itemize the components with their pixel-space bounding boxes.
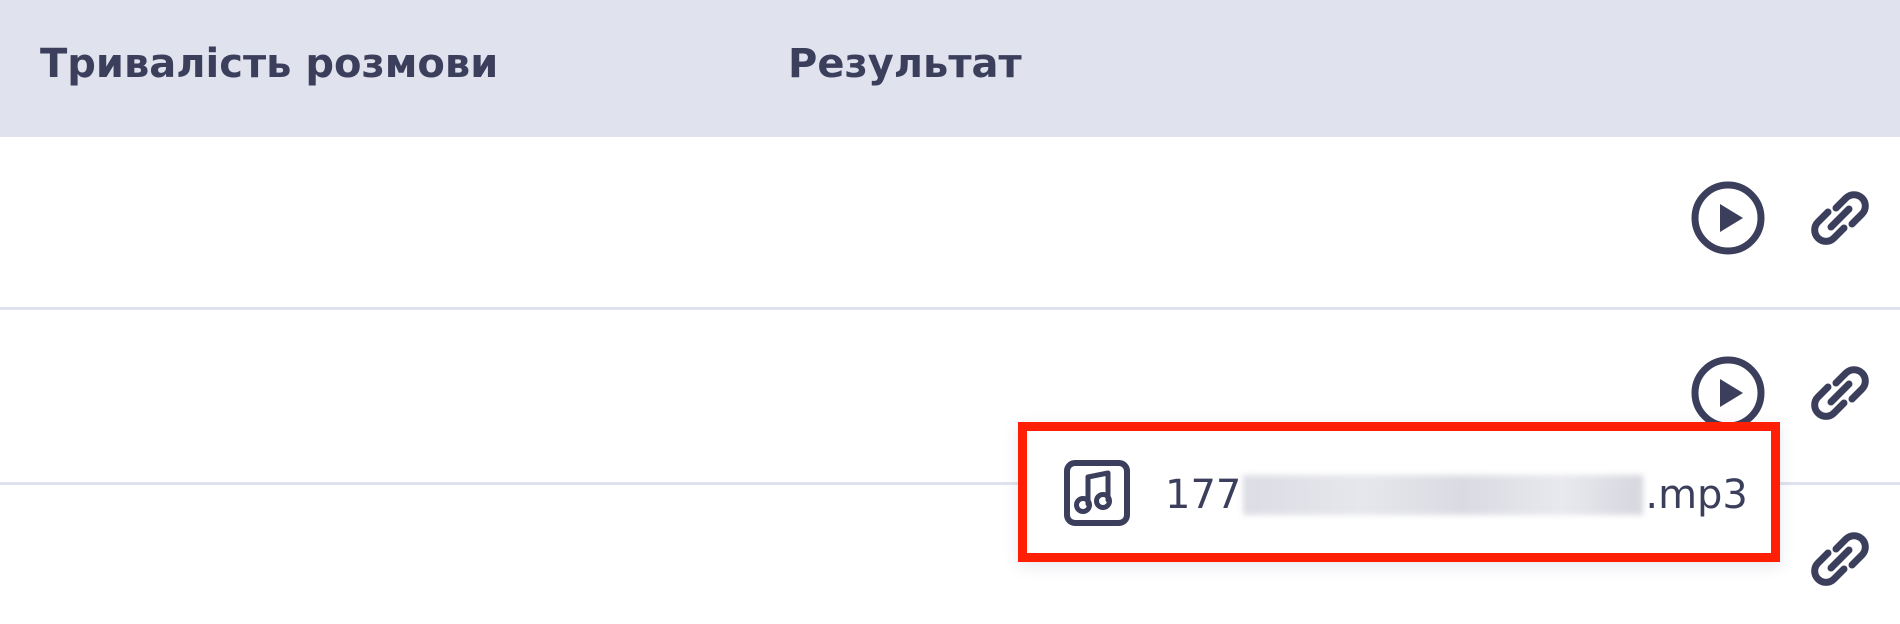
column-header-duration[interactable]: Тривалість розмови (40, 40, 498, 88)
link-icon[interactable] (1800, 519, 1880, 599)
redacted-filename-part (1243, 475, 1644, 515)
play-icon[interactable] (1688, 353, 1768, 433)
audio-file-popup[interactable]: 177 .mp3 (1018, 422, 1780, 562)
play-icon[interactable] (1688, 178, 1768, 258)
table-row (0, 137, 1900, 310)
column-header-result[interactable]: Результат (788, 40, 1022, 88)
audio-file-name[interactable]: 177 .mp3 (1165, 467, 1748, 523)
music-file-icon (1063, 459, 1131, 527)
link-icon[interactable] (1800, 178, 1880, 258)
link-icon[interactable] (1800, 353, 1880, 433)
audio-file-name-extension: .mp3 (1645, 472, 1748, 518)
audio-file-name-prefix: 177 (1165, 472, 1242, 518)
table-header: Тривалість розмови Результат (0, 0, 1900, 137)
